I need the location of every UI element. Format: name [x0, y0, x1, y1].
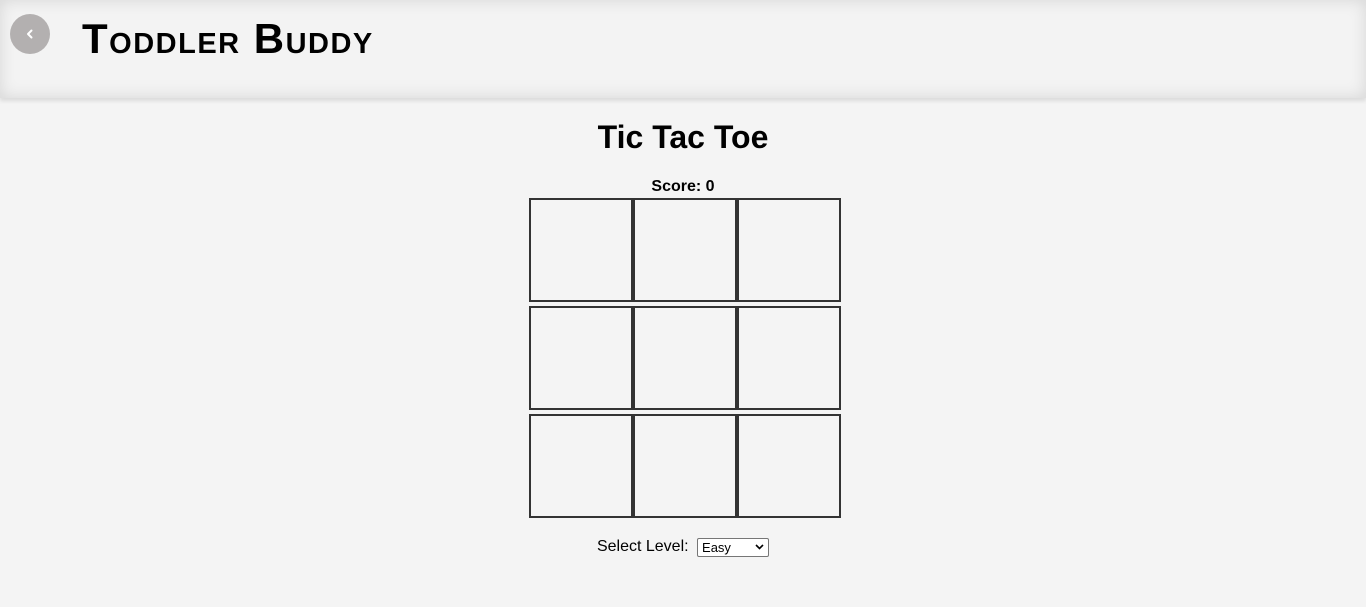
level-selector: Select Level: Easy: [0, 537, 1366, 557]
score-label: Score: 0: [651, 178, 715, 195]
level-select[interactable]: Easy: [697, 537, 770, 557]
app-header: Toddler Buddy: [0, 0, 1366, 98]
back-button[interactable]: [10, 14, 50, 54]
board-cell[interactable]: [633, 414, 737, 518]
level-label: Select Level:: [596, 538, 689, 555]
game-board: [529, 198, 841, 518]
board-cell[interactable]: [633, 306, 737, 410]
board-cell[interactable]: [529, 414, 633, 518]
board-cell[interactable]: [737, 198, 841, 302]
brand-title: Toddler Buddy: [82, 15, 374, 62]
level-selected-value: Easy: [702, 539, 731, 555]
board-cell[interactable]: [737, 414, 841, 518]
chevron-down-icon: [755, 543, 764, 550]
board-cell[interactable]: [633, 198, 737, 302]
board-cell[interactable]: [529, 198, 633, 302]
board-cell[interactable]: [737, 306, 841, 410]
game-title: Tic Tac Toe: [597, 119, 769, 155]
board-cell[interactable]: [529, 306, 633, 410]
chevron-left-icon: [27, 29, 33, 39]
